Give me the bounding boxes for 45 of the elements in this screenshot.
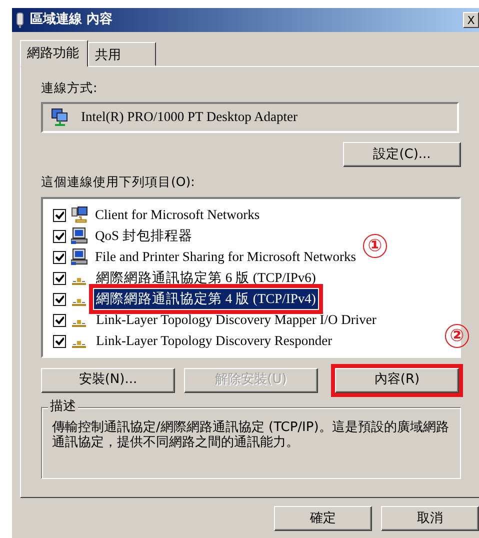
window-icon <box>16 12 24 28</box>
checkbox[interactable] <box>53 272 66 284</box>
checkbox[interactable] <box>53 314 66 326</box>
network-icon <box>71 206 88 224</box>
check-icon <box>55 232 64 240</box>
group-title: 描述 <box>48 398 78 414</box>
tab[interactable]: 共用 <box>88 42 156 66</box>
annotation-marker: ② <box>445 324 469 348</box>
check-icon <box>55 274 64 282</box>
check-icon <box>55 252 64 262</box>
network-protocol-icon <box>72 278 86 285</box>
adapter-name: Intel(R) PRO/1000 PT Desktop Adapter <box>81 108 298 126</box>
dialog-button[interactable]: 取消 <box>381 506 479 531</box>
list-item[interactable]: 網際網路通訊協定第 6 版 (TCP/IPv6) <box>94 268 318 288</box>
configure-button[interactable]: 設定(C)... <box>343 142 461 167</box>
check-icon <box>55 336 64 346</box>
description-text: 傳輸控制通訊協定/網際網路通訊協定 (TCP/IP)。這是預設的廣域網路通訊協定，提供不同網路之間的通訊能力。 <box>52 420 450 450</box>
list-item[interactable]: Link-Layer Topology Discovery Mapper I/O Driver <box>94 310 378 330</box>
list-item[interactable]: 網際網路通訊協定第 4 版 (TCP/IPv4) <box>94 288 318 310</box>
check-icon <box>55 210 64 220</box>
check-icon <box>55 316 64 324</box>
network-adapter-icon <box>51 108 69 126</box>
checkbox[interactable] <box>53 250 66 264</box>
section-label: 這個連線使用下列項目(O): <box>41 172 196 191</box>
checkbox[interactable] <box>53 334 66 348</box>
computer-icon <box>71 248 88 266</box>
checkbox[interactable] <box>53 230 66 242</box>
list-item[interactable]: Client for Microsoft Networks <box>93 204 262 226</box>
close-button[interactable]: X <box>463 12 479 28</box>
list-item[interactable]: Link-Layer Topology Discovery Responder <box>94 330 334 352</box>
button[interactable]: 安裝(N)... <box>41 368 175 392</box>
check-icon <box>55 294 64 304</box>
list-item[interactable]: File and Printer Sharing for Microsoft Networks <box>93 246 358 268</box>
computer-icon <box>71 227 88 245</box>
dialog-button[interactable]: 確定 <box>274 506 372 531</box>
network-protocol-icon <box>72 320 86 327</box>
section-label: 連線方式: <box>41 79 98 97</box>
window-title: 區域連線 內容 <box>30 10 113 30</box>
list-item[interactable]: QoS 封包排程器 <box>93 226 194 246</box>
annotation-marker: ① <box>363 234 387 258</box>
network-protocol-icon <box>72 299 86 306</box>
network-protocol-icon <box>72 341 86 348</box>
checkbox[interactable] <box>53 208 66 222</box>
checkbox[interactable] <box>53 292 66 306</box>
tab[interactable]: 網路功能 <box>20 40 88 67</box>
